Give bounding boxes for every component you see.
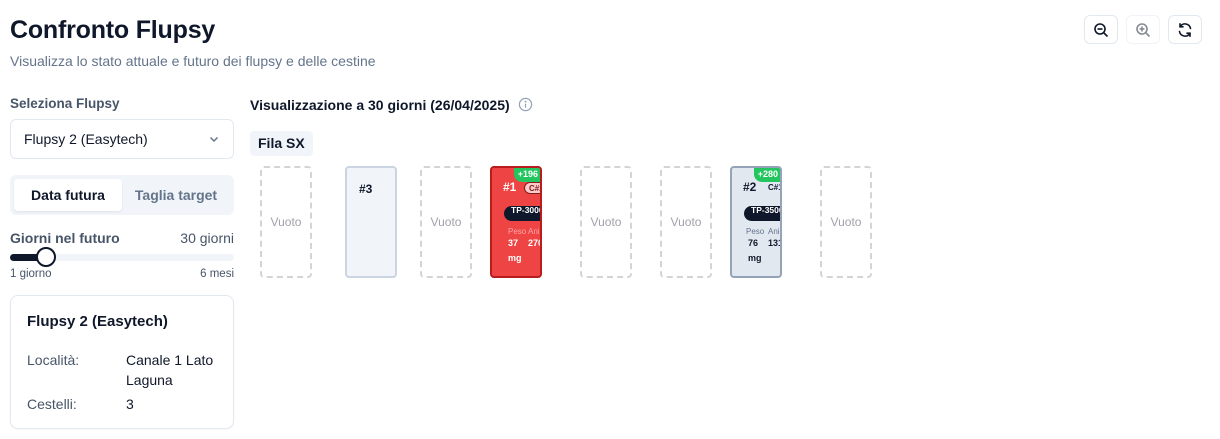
delta-badge: +196 bbox=[513, 168, 540, 182]
sidebar: Seleziona Flupsy Flupsy 2 (Easytech) Dat… bbox=[10, 96, 234, 429]
slider-min-label: 1 giorno bbox=[10, 268, 52, 280]
zoom-out-button[interactable] bbox=[1084, 15, 1118, 44]
main-panel: Visualizzazione a 30 giorni (26/04/2025)… bbox=[250, 96, 1210, 278]
slider-thumb[interactable] bbox=[35, 247, 56, 267]
info-key: Località: bbox=[27, 352, 80, 368]
flupsy-select-label: Seleziona Flupsy bbox=[10, 96, 120, 111]
days-slider[interactable] bbox=[10, 247, 234, 267]
empty-slot[interactable]: Vuoto bbox=[260, 166, 312, 278]
flupsy-select[interactable]: Flupsy 2 (Easytech) bbox=[10, 119, 234, 159]
info-value: Canale 1 Lato Laguna bbox=[126, 352, 214, 388]
weight-value: 37 bbox=[508, 238, 519, 248]
slider-max-label: 6 mesi bbox=[200, 268, 234, 280]
weight-label: Peso bbox=[746, 227, 765, 236]
basket-number: #1 bbox=[503, 180, 517, 194]
delta-badge: +280 bbox=[753, 168, 780, 182]
zoom-in-icon bbox=[1136, 22, 1151, 37]
chevron-down-icon bbox=[209, 136, 219, 143]
basket-number: #2 bbox=[743, 180, 757, 194]
empty-slot-label: Vuoto bbox=[670, 215, 702, 229]
weight-unit: mg bbox=[508, 253, 522, 263]
info-row-location: Località: Canale 1 Lato Laguna bbox=[27, 350, 217, 390]
tab-taglia-target[interactable]: Taglia target bbox=[122, 179, 230, 211]
empty-slot-label: Vuoto bbox=[270, 215, 302, 229]
mode-tabs: Data futura Taglia target bbox=[10, 175, 234, 215]
view-title-row: Visualizzazione a 30 giorni (26/04/2025) bbox=[250, 96, 1210, 113]
zoom-out-icon bbox=[1094, 22, 1109, 37]
basket-number: #3 bbox=[359, 182, 373, 196]
info-card-title: Flupsy 2 (Easytech) bbox=[27, 313, 168, 330]
row-label-fila-sx: Fila SX bbox=[250, 131, 313, 156]
empty-slot[interactable]: Vuoto bbox=[820, 166, 872, 278]
toolbar bbox=[1084, 15, 1202, 44]
empty-slot-label: Vuoto bbox=[430, 215, 462, 229]
refresh-icon bbox=[1178, 22, 1192, 37]
days-value: 30 giorni bbox=[180, 230, 234, 246]
size-badge: TP-3000 bbox=[504, 206, 540, 221]
zoom-in-button[interactable] bbox=[1126, 15, 1160, 44]
weight-unit: mg bbox=[748, 253, 762, 263]
info-row-baskets: Cestelli: 3 bbox=[27, 394, 217, 414]
empty-slot[interactable]: Vuoto bbox=[660, 166, 712, 278]
weight-label: Peso bbox=[508, 227, 527, 236]
info-key: Cestelli: bbox=[27, 396, 77, 412]
size-badge: TP-3500 bbox=[744, 206, 780, 221]
info-icon[interactable] bbox=[518, 97, 533, 112]
empty-slot[interactable]: Vuoto bbox=[580, 166, 632, 278]
page-title: Confronto Flupsy bbox=[10, 16, 216, 44]
animals-value: 13158 bbox=[768, 238, 780, 248]
weight-value: 76 bbox=[748, 238, 759, 248]
view-title: Visualizzazione a 30 giorni (26/04/2025) bbox=[250, 96, 510, 113]
days-label: Giorni nel futuro bbox=[10, 230, 120, 246]
empty-slot-label: Vuoto bbox=[830, 215, 862, 229]
cycle-badge: C#1 bbox=[768, 183, 782, 192]
tab-data-futura[interactable]: Data futura bbox=[14, 179, 122, 211]
basket-2[interactable]: #2 +280 C#1 TP-3500 Peso Animali/kg 76 1… bbox=[730, 166, 782, 278]
animals-value: 27027 bbox=[528, 238, 540, 248]
info-value: 3 bbox=[126, 396, 134, 412]
empty-slot[interactable]: Vuoto bbox=[420, 166, 472, 278]
flupsy-info-card: Flupsy 2 (Easytech) Località: Canale 1 L… bbox=[10, 295, 234, 429]
basket-1[interactable]: #1 +196 C#2 TP-3000 Peso Animali/kg 37 2… bbox=[490, 166, 542, 278]
basket-3[interactable]: #3 bbox=[345, 166, 397, 278]
flupsy-select-value: Flupsy 2 (Easytech) bbox=[24, 131, 148, 147]
page-subtitle: Visualizza lo stato attuale e futuro dei… bbox=[10, 53, 376, 69]
empty-slot-label: Vuoto bbox=[590, 215, 622, 229]
refresh-button[interactable] bbox=[1168, 15, 1202, 44]
animals-label: Animali/kg bbox=[528, 227, 540, 236]
cycle-badge: C#2 bbox=[524, 182, 540, 194]
animals-label: Animali/kg bbox=[768, 227, 780, 236]
